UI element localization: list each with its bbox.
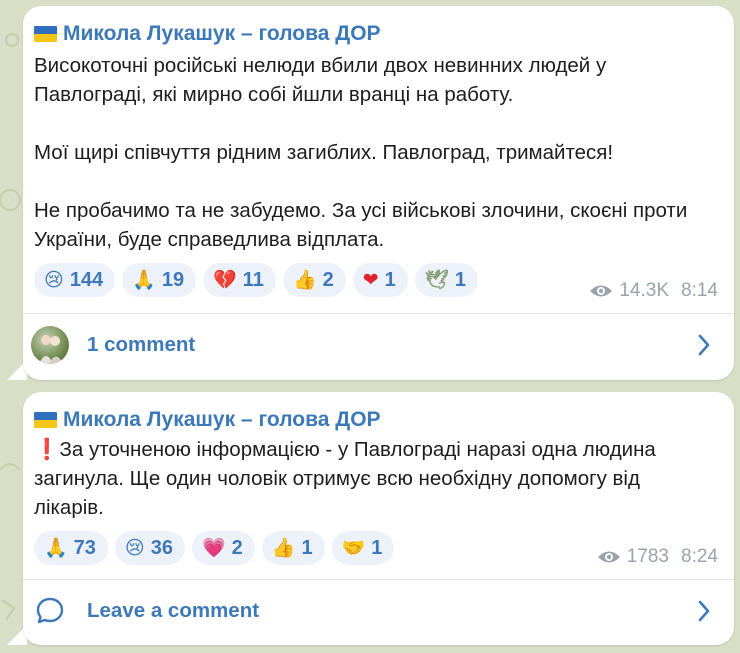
reaction-crying[interactable]: 😢 144 (34, 263, 116, 297)
reaction-dove[interactable]: 🕊 1 (414, 263, 479, 297)
post-paragraph: Мої щирі співчуття рідним загиблих. Павл… (34, 141, 614, 164)
handshake-icon: 🤝 (341, 536, 366, 559)
reaction-count: 73 (73, 536, 96, 559)
thumbs-up-icon: 👍 (271, 536, 296, 559)
leave-comment-button[interactable]: Leave a comment (23, 581, 734, 641)
reaction-broken-heart[interactable]: 💔 11 (203, 263, 276, 297)
post-card: Микола Лукашук – голова ДОР ❗За уточнено… (23, 392, 734, 645)
comment-bubble-icon (36, 597, 64, 624)
eye-icon (597, 551, 620, 563)
ukraine-flag-icon (34, 412, 57, 428)
reaction-count: 1 (301, 536, 313, 559)
crying-face-icon: 😢 (44, 268, 64, 291)
post-text: ❗За уточненою інформацією - у Павлограді… (34, 435, 714, 522)
reaction-count: 11 (242, 268, 264, 291)
reaction-crying[interactable]: 😢 36 (114, 531, 185, 565)
comment-count-label: 1 comment (87, 333, 196, 356)
dove-icon: 🕊 (424, 268, 449, 291)
reaction-count: 1 (384, 268, 396, 291)
post-meta: 1783 8:24 (597, 546, 718, 568)
reaction-pray[interactable]: 🙏 73 (34, 531, 108, 565)
views-count: 14.3K (619, 280, 670, 301)
author-name: Микола Лукашук – голова ДОР (63, 408, 381, 431)
post-time: 8:14 (681, 280, 718, 301)
views-count: 1783 (626, 546, 670, 567)
reaction-thumbs-up[interactable]: 👍 1 (261, 531, 325, 565)
heart-on-fire-icon: 💗 (201, 536, 226, 559)
eye-icon (590, 285, 613, 297)
post-paragraph: Високоточні російські нелюди вбили двох … (34, 54, 607, 106)
ukraine-flag-icon (34, 26, 57, 42)
post-paragraph: Не пробачимо та не забудемо. За усі війс… (34, 199, 688, 251)
author-name: Микола Лукашук – голова ДОР (63, 22, 381, 45)
post-meta: 14.3K 8:14 (589, 280, 718, 302)
red-heart-icon: ❤ (362, 268, 379, 291)
chevron-right-icon (698, 600, 710, 622)
reaction-pray[interactable]: 🙏 19 (122, 263, 197, 297)
avatar (31, 326, 69, 364)
chevron-right-icon (698, 334, 710, 356)
post-card: Микола Лукашук – голова ДОР Високоточні … (23, 6, 734, 380)
reaction-thumbs-up[interactable]: 👍 2 (282, 263, 346, 297)
leave-comment-label: Leave a comment (87, 599, 260, 622)
divider (23, 313, 734, 314)
reaction-heart-on-fire[interactable]: 💗 2 (191, 531, 255, 565)
folded-hands-icon: 🙏 (44, 536, 68, 559)
broken-heart-icon: 💔 (213, 268, 237, 291)
reaction-count: 2 (322, 268, 334, 291)
thumbs-up-icon: 👍 (292, 268, 317, 291)
post-text: Високоточні російські нелюди вбили двох … (34, 51, 714, 254)
comments-button[interactable]: 1 comment (23, 315, 734, 375)
reaction-count: 1 (371, 536, 383, 559)
reactions-bar: 🙏 73 😢 36 💗 2 👍 1 🤝 1 (34, 531, 395, 565)
reactions-bar: 😢 144 🙏 19 💔 11 👍 2 ❤ 1 🕊 1 (34, 263, 479, 297)
post-paragraph: ❗За уточненою інформацією - у Павлограді… (34, 438, 656, 519)
reaction-count: 2 (231, 536, 243, 559)
post-author[interactable]: Микола Лукашук – голова ДОР (34, 408, 381, 432)
reaction-count: 144 (69, 268, 104, 291)
reaction-heart[interactable]: ❤ 1 (352, 263, 408, 297)
post-time: 8:24 (681, 546, 718, 567)
crying-face-icon: 😢 (124, 536, 145, 559)
reaction-handshake[interactable]: 🤝 1 (331, 531, 395, 565)
reaction-count: 19 (161, 268, 185, 291)
reaction-count: 1 (454, 268, 467, 291)
divider (23, 579, 734, 580)
reaction-count: 36 (150, 536, 173, 559)
folded-hands-icon: 🙏 (132, 268, 156, 291)
post-author[interactable]: Микола Лукашук – голова ДОР (34, 22, 381, 46)
